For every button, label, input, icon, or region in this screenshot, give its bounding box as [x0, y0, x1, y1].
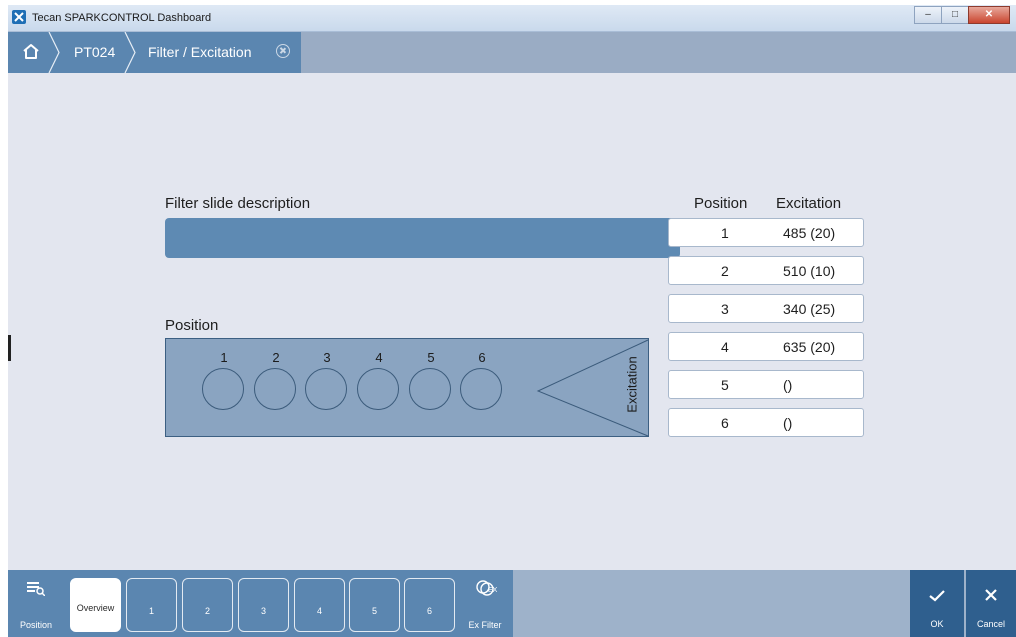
slide-excitation-label: Excitation	[624, 356, 640, 413]
slide-position-number: 3	[323, 350, 331, 365]
row-excitation: 340 (25)	[783, 301, 836, 317]
row-position: 4	[721, 339, 729, 355]
ex-filter-button-label: Ex Filter	[468, 620, 502, 630]
row-excitation: 510 (10)	[783, 263, 836, 279]
cancel-button-label: Cancel	[976, 619, 1005, 629]
minimize-button[interactable]: –	[914, 6, 942, 24]
maximize-button[interactable]: □	[941, 6, 969, 24]
table-row[interactable]: 3 340 (25)	[668, 294, 864, 323]
tab-label: 4	[316, 606, 322, 616]
breadcrumb-separator-icon	[124, 32, 136, 73]
row-position: 5	[721, 377, 729, 393]
app-window: Tecan SPARKCONTROL Dashboard – □ ✕ PT024…	[8, 5, 1016, 637]
check-icon	[929, 590, 945, 602]
table-row[interactable]: 2 510 (10)	[668, 256, 864, 285]
table-row[interactable]: 4 635 (20)	[668, 332, 864, 361]
tab-position-6[interactable]: 6	[404, 578, 455, 632]
row-position: 3	[721, 301, 729, 317]
excitation-column-header: Excitation	[776, 195, 842, 212]
row-excitation: ()	[783, 415, 793, 431]
row-position: 6	[721, 415, 729, 431]
list-icon	[27, 582, 45, 596]
row-position: 2	[721, 263, 729, 279]
bottom-toolbar: Position Overview 1 2 3 4 5 6 EX Ex Filt…	[8, 570, 1016, 637]
window-controls: – □ ✕	[914, 6, 1010, 24]
filter-slide-description-input[interactable]	[165, 218, 680, 258]
close-circle-icon[interactable]	[276, 44, 290, 58]
slide-position-hole	[409, 368, 451, 410]
tab-position-4[interactable]: 4	[294, 578, 345, 632]
slide-position-hole	[460, 368, 502, 410]
table-row[interactable]: 1 485 (20)	[668, 218, 864, 247]
filter-ex-icon: EX	[476, 580, 497, 596]
cancel-button[interactable]: Cancel	[966, 570, 1016, 637]
breadcrumb-bar: PT024 Filter / Excitation	[8, 32, 1016, 73]
slide-position-hole	[305, 368, 347, 410]
tab-overview[interactable]: Overview	[70, 578, 121, 632]
tab-position-2[interactable]: 2	[182, 578, 233, 632]
slide-position-hole	[254, 368, 296, 410]
tab-position-3[interactable]: 3	[238, 578, 289, 632]
ok-button[interactable]: OK	[910, 570, 964, 637]
position-button[interactable]: Position	[8, 570, 64, 637]
row-excitation: ()	[783, 377, 793, 393]
ex-filter-button[interactable]: EX Ex Filter	[457, 570, 513, 637]
tab-label: 2	[204, 606, 210, 616]
position-column-header: Position	[694, 195, 748, 212]
tab-label: 5	[371, 606, 377, 616]
row-excitation: 485 (20)	[783, 225, 836, 241]
row-position: 1	[721, 225, 729, 241]
tab-label: Overview	[76, 603, 115, 613]
breadcrumb-item-pt024[interactable]: PT024	[74, 44, 115, 60]
tab-label: 6	[426, 606, 432, 616]
slide-position-number: 6	[478, 350, 486, 365]
position-label: Position	[165, 317, 219, 334]
slide-position-number: 2	[272, 350, 280, 365]
table-row[interactable]: 6 ()	[668, 408, 864, 437]
window-title: Tecan SPARKCONTROL Dashboard	[32, 12, 212, 24]
slide-position-hole	[357, 368, 399, 410]
tab-label: 3	[260, 606, 266, 616]
breadcrumb-item-filter-excitation: Filter / Excitation	[148, 44, 252, 60]
table-row[interactable]: 5 ()	[668, 370, 864, 399]
filter-slide-diagram: 1 2 3 4 5 6 Excitation	[165, 338, 649, 437]
filter-slide-description-label: Filter slide description	[165, 195, 311, 212]
left-edge-marker	[8, 335, 11, 361]
slide-position-number: 4	[375, 350, 383, 365]
breadcrumb-separator-icon	[48, 32, 60, 73]
position-button-label: Position	[19, 620, 53, 630]
slide-position-number: 5	[427, 350, 435, 365]
slide-position-hole	[202, 368, 244, 410]
app-logo-icon	[12, 10, 26, 24]
tab-position-1[interactable]: 1	[126, 578, 177, 632]
home-icon	[23, 44, 39, 59]
tab-label: 1	[148, 606, 154, 616]
tab-position-5[interactable]: 5	[349, 578, 400, 632]
row-excitation: 635 (20)	[783, 339, 836, 355]
breadcrumb: PT024 Filter / Excitation	[8, 32, 301, 73]
x-icon	[985, 589, 997, 601]
svg-text:EX: EX	[488, 587, 497, 594]
ok-button-label: OK	[930, 619, 944, 629]
window-close-button[interactable]: ✕	[968, 6, 1010, 24]
slide-position-number: 1	[220, 350, 228, 365]
title-bar: Tecan SPARKCONTROL Dashboard – □ ✕	[8, 5, 1016, 32]
